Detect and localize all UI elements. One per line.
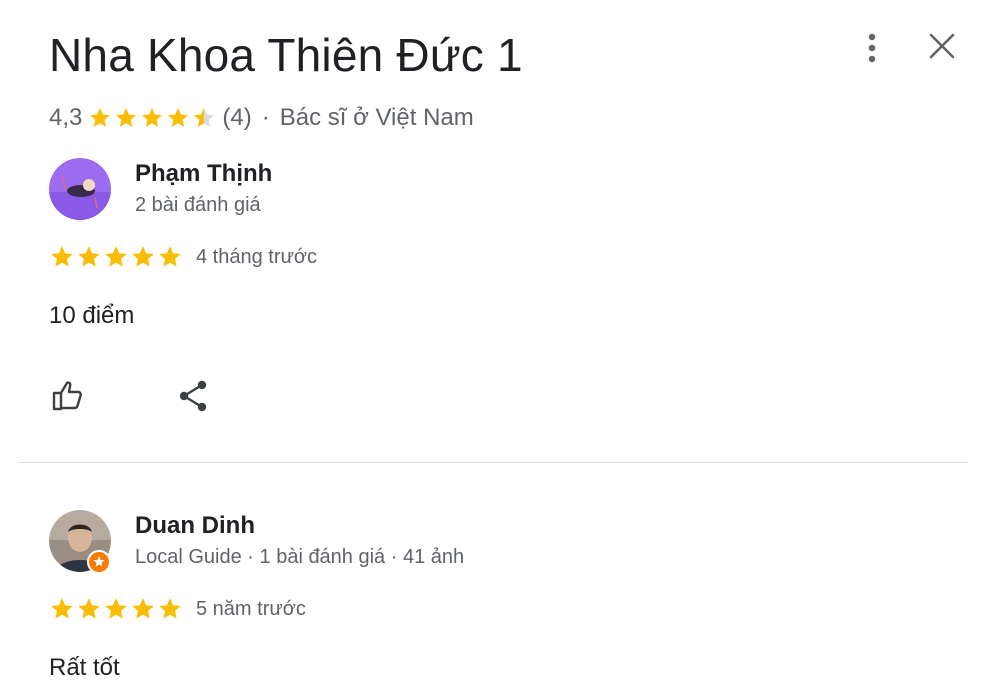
close-icon	[929, 33, 955, 59]
star-icon	[142, 108, 163, 127]
star-icon	[78, 246, 100, 267]
review-time: 5 năm trước	[196, 597, 306, 620]
place-category: Bác sĩ ở Việt Nam	[279, 104, 474, 131]
star-icon	[93, 556, 105, 567]
star-icon	[78, 598, 100, 619]
summary-stars	[88, 106, 218, 130]
review-time: 4 tháng trước	[196, 245, 318, 268]
review-rating: 4 tháng trước	[49, 244, 317, 270]
star-icon	[159, 598, 181, 619]
local-guide-badge	[87, 550, 111, 574]
review-divider	[18, 462, 968, 463]
rating-value: 4,3	[49, 104, 83, 131]
more-vert-icon	[868, 33, 876, 63]
close-button[interactable]	[924, 28, 960, 64]
author-meta: Local Guide · 1 bài đánh giá · 41 ảnh	[135, 546, 465, 568]
star-icon	[116, 108, 137, 127]
separator-dot: ·	[261, 104, 270, 131]
place-title: Nha Khoa Thiên Đức 1	[49, 29, 523, 81]
star-icon	[51, 598, 73, 619]
review-card: Duan Dinh Local Guide · 1 bài đánh giá ·…	[49, 510, 969, 700]
author-meta: 2 bài đánh giá	[135, 194, 261, 216]
like-button[interactable]	[49, 376, 89, 416]
author-name[interactable]: Phạm Thịnh	[135, 160, 272, 188]
review-text: 10 điểm	[49, 302, 135, 329]
avatar-image	[49, 158, 111, 220]
review-count-link[interactable]: (4)	[222, 104, 251, 132]
star-icon	[132, 598, 154, 619]
star-icon	[90, 108, 111, 127]
review-rating: 5 năm trước	[49, 596, 306, 622]
review-card: Phạm Thịnh 2 bài đánh giá 4 tháng trước …	[49, 158, 969, 428]
star-icon	[168, 108, 189, 127]
like-icon	[52, 381, 82, 411]
share-icon	[179, 380, 207, 412]
avatar[interactable]	[49, 510, 111, 574]
rating-summary: 4,3 (4) · Bác sĩ ở Việt Nam	[49, 104, 474, 132]
star-icon	[159, 246, 181, 267]
star-icon	[132, 246, 154, 267]
share-button[interactable]	[175, 376, 215, 416]
review-text: Rất tốt	[49, 654, 120, 681]
author-name[interactable]: Duan Dinh	[135, 512, 255, 540]
more-options-button[interactable]	[858, 30, 886, 66]
star-icon	[51, 246, 73, 267]
half-star-icon	[194, 108, 215, 127]
star-icon	[105, 598, 127, 619]
avatar[interactable]	[49, 158, 111, 220]
star-icon	[105, 246, 127, 267]
